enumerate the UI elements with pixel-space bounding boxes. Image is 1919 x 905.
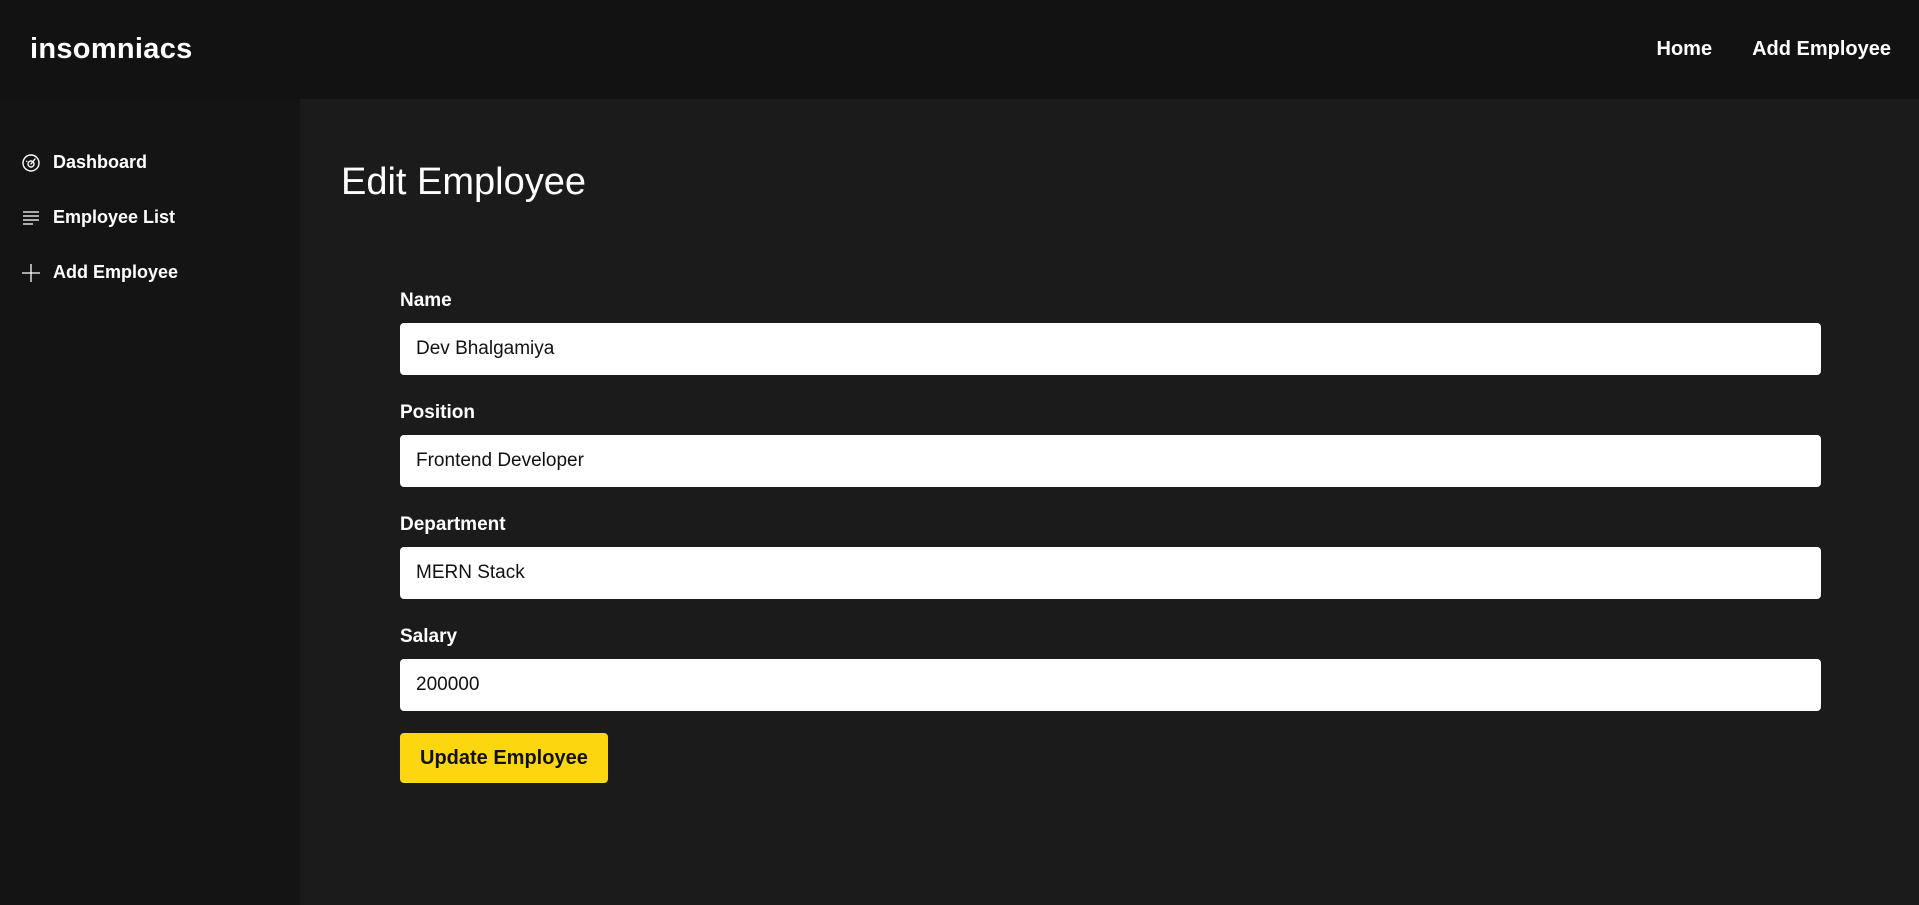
sidebar-item-add-employee[interactable]: Add Employee (0, 245, 300, 300)
nav-link-add-employee[interactable]: Add Employee (1752, 38, 1891, 61)
brand-logo-text[interactable]: insomniacs (30, 33, 193, 66)
sidebar-item-label: Employee List (53, 207, 176, 227)
dashboard-gauge-icon (20, 152, 42, 174)
position-input[interactable] (400, 435, 1821, 487)
plus-icon (20, 262, 42, 284)
edit-employee-form: Name Position Department Salary Update E… (400, 289, 1821, 783)
sidebar-item-dashboard[interactable]: Dashboard (0, 135, 300, 190)
position-label: Position (400, 402, 475, 423)
page-title: Edit Employee (341, 161, 587, 203)
nav-link-home[interactable]: Home (1657, 38, 1713, 61)
salary-input[interactable] (400, 659, 1821, 711)
list-lines-icon (20, 207, 42, 229)
department-label: Department (400, 514, 506, 535)
sidebar-item-label: Dashboard (53, 152, 148, 172)
main-content: Edit Employee Name Position Department S… (300, 99, 1919, 905)
salary-label: Salary (400, 626, 458, 647)
top-navbar: insomniacs Home Add Employee (0, 0, 1919, 99)
update-employee-button[interactable]: Update Employee (400, 733, 608, 783)
sidebar: Dashboard Employee List Add Employee (0, 99, 300, 905)
sidebar-item-label: Add Employee (53, 262, 179, 282)
department-input[interactable] (400, 547, 1821, 599)
name-label: Name (400, 290, 452, 311)
top-nav-links: Home Add Employee (1617, 38, 1892, 61)
name-input[interactable] (400, 323, 1821, 375)
sidebar-item-employee-list[interactable]: Employee List (0, 190, 300, 245)
